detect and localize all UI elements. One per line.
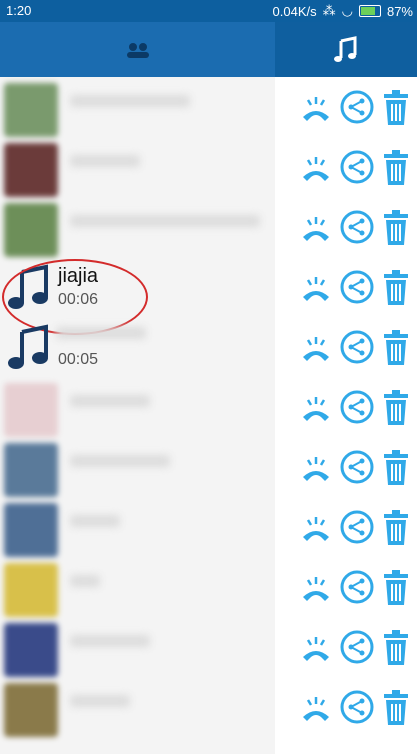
hangup-phone-icon[interactable] bbox=[299, 511, 333, 545]
hangup-phone-icon[interactable] bbox=[299, 451, 333, 485]
list-item[interactable] bbox=[0, 557, 275, 617]
status-time: 1:20 bbox=[6, 3, 32, 18]
list-item-recording[interactable]: 00:05 bbox=[0, 317, 275, 377]
list-item-recording-jiajia[interactable]: jiajia 00:06 bbox=[0, 257, 275, 335]
list-item[interactable] bbox=[0, 377, 275, 437]
share-icon[interactable] bbox=[339, 329, 375, 365]
tab-music[interactable] bbox=[275, 22, 417, 77]
share-icon[interactable] bbox=[339, 209, 375, 245]
contact-list: jiajia 00:06 00:05 bbox=[0, 77, 275, 754]
share-icon[interactable] bbox=[339, 89, 375, 125]
avatar bbox=[4, 503, 58, 557]
avatar bbox=[4, 443, 58, 497]
trash-icon[interactable] bbox=[381, 689, 411, 727]
trash-icon[interactable] bbox=[381, 209, 411, 247]
list-item[interactable] bbox=[0, 137, 275, 197]
hangup-phone-icon[interactable] bbox=[299, 571, 333, 605]
action-row bbox=[275, 377, 417, 437]
action-row bbox=[275, 197, 417, 257]
list-item[interactable] bbox=[0, 437, 275, 497]
battery-icon bbox=[358, 5, 381, 17]
list-item[interactable] bbox=[0, 77, 275, 137]
top-tabs bbox=[0, 22, 417, 77]
action-row bbox=[275, 557, 417, 617]
hangup-phone-icon[interactable] bbox=[299, 271, 333, 305]
blurred-name bbox=[70, 95, 190, 107]
trash-icon[interactable] bbox=[381, 269, 411, 307]
hangup-phone-icon[interactable] bbox=[299, 211, 333, 245]
hangup-phone-icon[interactable] bbox=[299, 631, 333, 665]
action-row bbox=[275, 257, 417, 317]
network-speed: 0.04K/s bbox=[272, 3, 317, 19]
trash-icon[interactable] bbox=[381, 449, 411, 487]
list-item[interactable] bbox=[0, 677, 275, 737]
wifi-icon: ◡ bbox=[341, 3, 353, 18]
avatar bbox=[4, 143, 58, 197]
avatar bbox=[4, 683, 58, 737]
blurred-name bbox=[70, 635, 150, 647]
avatar bbox=[4, 203, 58, 257]
hangup-phone-icon[interactable] bbox=[299, 331, 333, 365]
share-icon[interactable] bbox=[339, 149, 375, 185]
avatar bbox=[4, 563, 58, 617]
list-item[interactable] bbox=[0, 617, 275, 677]
battery-percent: 87% bbox=[386, 3, 413, 19]
avatar bbox=[4, 623, 58, 677]
trash-icon[interactable] bbox=[381, 149, 411, 187]
avatar bbox=[4, 83, 58, 137]
trash-icon[interactable] bbox=[381, 629, 411, 667]
blurred-name bbox=[70, 455, 170, 467]
hangup-phone-icon[interactable] bbox=[299, 151, 333, 185]
hangup-phone-icon[interactable] bbox=[299, 691, 333, 725]
trash-icon[interactable] bbox=[381, 569, 411, 607]
music-note-icon bbox=[8, 324, 48, 369]
blurred-name bbox=[70, 155, 140, 167]
blurred-name bbox=[70, 215, 260, 227]
blurred-name bbox=[56, 327, 146, 339]
share-icon[interactable] bbox=[339, 629, 375, 665]
music-note-icon bbox=[334, 35, 357, 62]
trash-icon[interactable] bbox=[381, 329, 411, 367]
trash-icon[interactable] bbox=[381, 89, 411, 127]
list-item[interactable] bbox=[0, 497, 275, 557]
share-icon[interactable] bbox=[339, 389, 375, 425]
status-bar: 1:20 0.04K/s ⁂ ◡ 87% bbox=[0, 0, 417, 22]
action-row bbox=[275, 317, 417, 377]
share-icon[interactable] bbox=[339, 269, 375, 305]
action-column bbox=[275, 77, 417, 754]
share-icon[interactable] bbox=[339, 509, 375, 545]
recording-duration: 00:05 bbox=[58, 351, 99, 368]
bluetooth-icon: ⁂ bbox=[322, 3, 336, 18]
hangup-phone-icon[interactable] bbox=[299, 91, 333, 125]
contacts-icon bbox=[126, 42, 149, 58]
blurred-name bbox=[70, 695, 130, 707]
action-row bbox=[275, 677, 417, 737]
tab-contacts[interactable] bbox=[0, 22, 275, 77]
blurred-name bbox=[70, 395, 150, 407]
share-icon[interactable] bbox=[339, 689, 375, 725]
blurred-name bbox=[70, 575, 100, 587]
hangup-phone-icon[interactable] bbox=[299, 391, 333, 425]
share-icon[interactable] bbox=[339, 569, 375, 605]
trash-icon[interactable] bbox=[381, 389, 411, 427]
list-item[interactable] bbox=[0, 197, 275, 257]
action-row bbox=[275, 77, 417, 137]
trash-icon[interactable] bbox=[381, 509, 411, 547]
blurred-name bbox=[70, 515, 120, 527]
action-row bbox=[275, 437, 417, 497]
action-row bbox=[275, 137, 417, 197]
action-row bbox=[275, 617, 417, 677]
avatar bbox=[4, 383, 58, 437]
action-row bbox=[275, 497, 417, 557]
share-icon[interactable] bbox=[339, 449, 375, 485]
